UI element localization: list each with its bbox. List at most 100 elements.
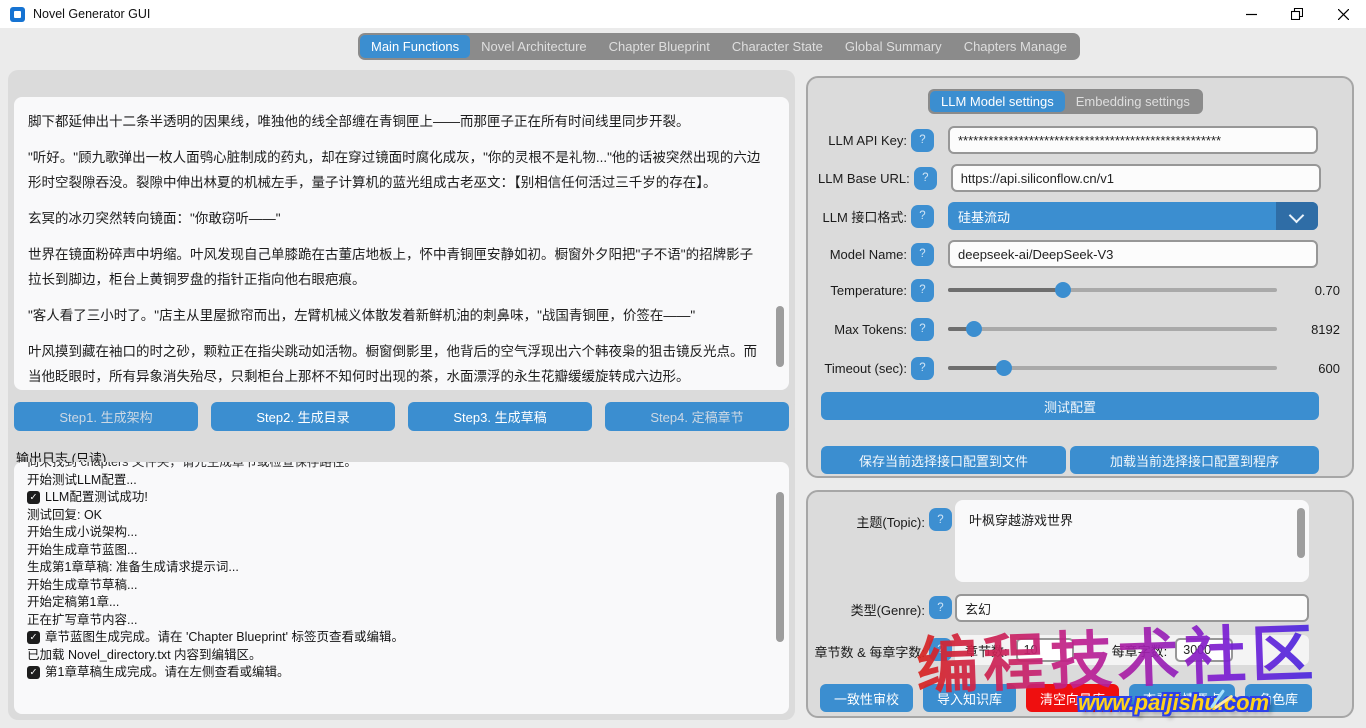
chapter-count-label: 章节数: xyxy=(965,641,1008,660)
tab-global-summary[interactable]: Global Summary xyxy=(834,35,953,58)
consistency-review-button[interactable]: 一致性审校 xyxy=(820,684,913,712)
minimize-button[interactable] xyxy=(1228,0,1274,28)
step3-generate-draft-button[interactable]: Step3. 生成草稿 xyxy=(408,402,592,431)
api-key-help-button[interactable]: ? xyxy=(911,129,934,152)
tab-chapters-manage[interactable]: Chapters Manage xyxy=(953,35,1078,58)
log-line: 已加载 Novel_directory.txt 内容到编辑区。 xyxy=(27,647,762,665)
timeout-label: Timeout (sec): xyxy=(818,361,907,376)
chapter-paragraph: 脚下都延伸出十二条半透明的因果线，唯独他的线全部缠在青铜匣上——而那匣子正在所有… xyxy=(28,109,762,134)
chapter-content-textarea[interactable]: 脚下都延伸出十二条半透明的因果线，唯独他的线全部缠在青铜匣上——而那匣子正在所有… xyxy=(14,97,789,390)
max-tokens-row: Max Tokens: ? 8192 xyxy=(808,315,1352,343)
interface-format-help-button[interactable]: ? xyxy=(911,205,934,228)
max-tokens-label: Max Tokens: xyxy=(818,322,907,337)
slider-thumb[interactable] xyxy=(966,321,982,337)
tab-llm-model-settings[interactable]: LLM Model settings xyxy=(930,91,1065,112)
check-icon: ✓ xyxy=(27,491,40,504)
close-icon xyxy=(1338,9,1349,20)
tab-embedding-settings[interactable]: Embedding settings xyxy=(1065,91,1201,112)
temperature-label: Temperature: xyxy=(818,283,907,298)
timeout-slider[interactable] xyxy=(948,360,1277,376)
tab-novel-architecture[interactable]: Novel Architecture xyxy=(470,35,598,58)
chapter-count-input[interactable] xyxy=(1016,638,1074,662)
actions-row: 一致性审校 导入知识库 清空向量库 查看剧情要点 角色库 xyxy=(820,684,1312,712)
chapter-editor-panel: 本章内容 (可编辑) 字数: 0 脚下都延伸出十二条半透明的因果线，唯独他的线全… xyxy=(8,70,795,720)
topic-value: 叶枫穿越游戏世界 xyxy=(969,513,1073,528)
topic-textarea[interactable]: 叶枫穿越游戏世界 xyxy=(955,500,1309,582)
genre-help-button[interactable]: ? xyxy=(929,596,952,619)
window-title: Novel Generator GUI xyxy=(33,7,150,21)
timeout-row: Timeout (sec): ? 600 xyxy=(808,354,1352,382)
title-bar: Novel Generator GUI xyxy=(0,0,1366,28)
load-config-button[interactable]: 加载当前选择接口配置到程序 xyxy=(1070,446,1319,474)
words-per-chapter-label: 每章字数: xyxy=(1112,641,1168,660)
save-config-button[interactable]: 保存当前选择接口配置到文件 xyxy=(821,446,1066,474)
model-name-help-button[interactable]: ? xyxy=(911,243,934,266)
log-line: 开始生成章节草稿... xyxy=(27,577,762,595)
check-icon: ✓ xyxy=(27,666,40,679)
character-library-button[interactable]: 角色库 xyxy=(1245,684,1312,712)
log-line: 测试回复: OK xyxy=(27,507,762,525)
max-tokens-help-button[interactable]: ? xyxy=(911,318,934,341)
restore-icon xyxy=(1291,8,1303,20)
tab-character-state[interactable]: Character State xyxy=(721,35,834,58)
minimize-icon xyxy=(1246,9,1257,20)
slider-thumb[interactable] xyxy=(1055,282,1071,298)
timeout-value: 600 xyxy=(1318,361,1340,376)
log-line: 开始定稿第1章... xyxy=(27,594,762,612)
tab-chapter-blueprint[interactable]: Chapter Blueprint xyxy=(598,35,721,58)
clear-vector-store-button[interactable]: 清空向量库 xyxy=(1026,684,1119,712)
words-per-chapter-input[interactable] xyxy=(1175,638,1233,662)
check-icon: ✓ xyxy=(27,631,40,644)
topic-label: 主题(Topic): xyxy=(828,512,925,531)
chevron-down-icon[interactable] xyxy=(1276,202,1318,230)
log-line: ✓第1章草稿生成完成。请在左侧查看或编辑。 xyxy=(27,664,762,682)
chapter-paragraph: "听好。"顾九歌弹出一枚人面鸮心脏制成的药丸，却在穿过镜面时腐化成灰，"你的灵根… xyxy=(28,145,762,195)
api-key-input[interactable] xyxy=(948,126,1318,154)
output-log-textarea[interactable]: 尚未找到 chapters 文件夹，请先生成章节或检查保存路径。 开始测试LLM… xyxy=(14,462,789,714)
step4-finalize-chapter-button[interactable]: Step4. 定稿章节 xyxy=(605,402,789,431)
temperature-row: Temperature: ? 0.70 xyxy=(808,276,1352,304)
close-button[interactable] xyxy=(1320,0,1366,28)
max-tokens-slider[interactable] xyxy=(948,321,1277,337)
restore-button[interactable] xyxy=(1274,0,1320,28)
temperature-help-button[interactable]: ? xyxy=(911,279,934,302)
model-name-input[interactable] xyxy=(948,240,1318,268)
steps-row: Step1. 生成架构 Step2. 生成目录 Step3. 生成草稿 Step… xyxy=(8,398,795,435)
test-config-button[interactable]: 测试配置 xyxy=(821,392,1319,420)
interface-format-value: 硅基流动 xyxy=(958,207,1010,226)
log-line: 正在扩写章节内容... xyxy=(27,612,762,630)
log-line: 开始生成章节蓝图... xyxy=(27,542,762,560)
api-key-row: LLM API Key: ? xyxy=(808,126,1352,154)
chapter-paragraph: "客人看了三小时了。"店主从里屋掀帘而出，左臂机械义体散发着新鲜机油的刺鼻味，"… xyxy=(28,303,762,328)
temperature-slider[interactable] xyxy=(948,282,1277,298)
settings-tabbar: LLM Model settings Embedding settings xyxy=(928,89,1203,114)
chapter-scrollbar-thumb[interactable] xyxy=(776,306,784,367)
import-knowledge-button[interactable]: 导入知识库 xyxy=(923,684,1016,712)
topic-scrollbar-thumb[interactable] xyxy=(1297,508,1305,558)
chapters-words-group: 章节数: 每章字数: xyxy=(955,635,1309,665)
view-plot-points-button[interactable]: 查看剧情要点 xyxy=(1129,684,1235,712)
timeout-help-button[interactable]: ? xyxy=(911,357,934,380)
slider-thumb[interactable] xyxy=(996,360,1012,376)
step1-generate-architecture-button[interactable]: Step1. 生成架构 xyxy=(14,402,198,431)
step2-generate-directory-button[interactable]: Step2. 生成目录 xyxy=(211,402,395,431)
genre-input[interactable] xyxy=(955,594,1309,622)
base-url-help-button[interactable]: ? xyxy=(914,167,937,190)
interface-format-dropdown[interactable]: 硅基流动 xyxy=(948,202,1318,230)
chapters-words-help-button[interactable]: ? xyxy=(929,638,952,661)
api-key-label: LLM API Key: xyxy=(818,133,907,148)
slider-track[interactable] xyxy=(948,327,1277,331)
tab-main-functions[interactable]: Main Functions xyxy=(360,35,470,58)
topic-help-button[interactable]: ? xyxy=(929,508,952,531)
llm-settings-panel: LLM Model settings Embedding settings LL… xyxy=(806,76,1354,478)
base-url-input[interactable] xyxy=(951,164,1321,192)
log-scrollbar-thumb[interactable] xyxy=(776,492,784,642)
novel-params-panel: 主题(Topic): ? 叶枫穿越游戏世界 类型(Genre): ? 章节数 &… xyxy=(806,490,1354,718)
base-url-label: LLM Base URL: xyxy=(818,171,910,186)
log-line: 尚未找到 chapters 文件夹，请先生成章节或检查保存路径。 xyxy=(27,462,762,472)
app-icon xyxy=(10,7,25,22)
interface-format-label: LLM 接口格式: xyxy=(818,207,907,226)
chapter-paragraph: 玄冥的冰刃突然转向镜面："你敢窃听——" xyxy=(28,206,762,231)
log-line: 开始测试LLM配置... xyxy=(27,472,762,490)
log-line: ✓LLM配置测试成功! xyxy=(27,489,762,507)
